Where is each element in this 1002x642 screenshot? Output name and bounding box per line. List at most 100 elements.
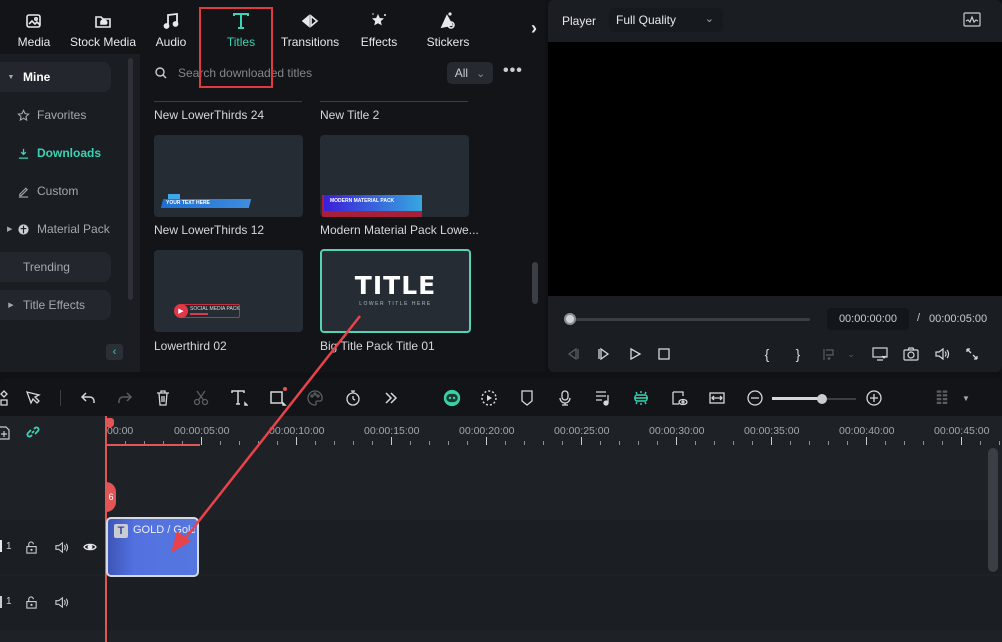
delete-button[interactable]	[153, 388, 173, 408]
zoom-out-button[interactable]	[745, 388, 765, 408]
display-settings-button[interactable]	[871, 345, 889, 363]
snap-button[interactable]	[631, 388, 651, 408]
insert-marker-button[interactable]	[820, 345, 838, 363]
speed-button[interactable]	[343, 388, 363, 408]
undo-button[interactable]	[78, 388, 98, 408]
tab-effects[interactable]: Effects	[357, 0, 401, 54]
search-input[interactable]: Search downloaded titles	[178, 66, 312, 80]
mark-in-button[interactable]: {	[758, 345, 776, 363]
video-preview[interactable]	[548, 42, 1002, 296]
more-options-button[interactable]: •••	[503, 62, 523, 84]
tab-stickers[interactable]: Stickers	[424, 0, 472, 54]
playhead-handle[interactable]	[105, 418, 114, 427]
ruler-tick	[467, 441, 468, 445]
tab-audio[interactable]: Audio	[150, 0, 192, 54]
dotted-play-icon	[481, 390, 497, 406]
play-icon: ▶	[174, 304, 188, 318]
layout-button[interactable]	[0, 388, 10, 408]
title-thumb-big-title-pack-01[interactable]: TITLE LOWER TITLE HERE	[320, 249, 471, 333]
title-card-label[interactable]: New LowerThirds 24	[154, 108, 264, 122]
chevron-down-icon[interactable]: ⌄	[842, 345, 860, 363]
preview-render-button[interactable]	[669, 388, 689, 408]
ruler-tick	[885, 441, 886, 445]
title-card-label[interactable]: New LowerThirds 12	[154, 223, 264, 237]
redo-button[interactable]	[115, 388, 135, 408]
quality-dropdown[interactable]: Full Quality ⌄	[609, 8, 723, 32]
track-layout-button[interactable]	[932, 386, 952, 410]
ruler-tick	[942, 441, 943, 445]
filter-dropdown[interactable]: All ⌄	[447, 62, 493, 84]
cut-button[interactable]	[191, 388, 211, 408]
tab-media[interactable]: Media	[13, 0, 55, 54]
collapse-sidebar-button[interactable]: ‹	[106, 344, 123, 360]
title-card-label[interactable]: New Title 2	[320, 108, 379, 122]
ruler-tick	[733, 441, 734, 445]
color-button[interactable]	[305, 388, 325, 408]
tab-titles[interactable]: Titles	[216, 0, 266, 54]
sidebar-item-title-effects[interactable]: ▶ Title Effects	[0, 290, 111, 320]
ai-copilot-button[interactable]	[441, 387, 463, 409]
tabs-next-icon[interactable]: ›	[531, 18, 537, 39]
content-scrollbar[interactable]	[532, 262, 538, 304]
ruler-tick	[486, 437, 487, 445]
more-tools-button[interactable]	[381, 388, 401, 408]
play-button[interactable]	[626, 345, 644, 363]
mute-track-button[interactable]	[53, 594, 69, 610]
select-tool-button[interactable]	[23, 388, 43, 408]
sidebar-item-trending[interactable]: Trending	[0, 252, 111, 282]
audio-mixer-button[interactable]	[593, 388, 613, 408]
link-button[interactable]	[25, 424, 41, 440]
lock-track-button[interactable]	[23, 539, 39, 555]
auto-reframe-button[interactable]	[479, 388, 499, 408]
ruler-label: 00:00:20:00	[459, 425, 515, 437]
stop-button[interactable]	[655, 345, 673, 363]
ruler-tick	[923, 441, 924, 445]
fullscreen-button[interactable]	[963, 345, 981, 363]
next-frame-button[interactable]	[595, 345, 613, 363]
prev-frame-button[interactable]	[564, 345, 582, 363]
thumb-divider	[154, 101, 302, 102]
toggle-visibility-button[interactable]	[82, 539, 98, 555]
title-card-label[interactable]: Modern Material Pack Lowe...	[320, 223, 479, 237]
sidebar-item-favorites[interactable]: Favorites	[0, 100, 111, 130]
add-track-button[interactable]	[0, 425, 12, 441]
title-t-icon	[233, 13, 249, 29]
caret-down-icon[interactable]: ▼	[956, 388, 976, 408]
tab-stock-media[interactable]: Stock Media	[68, 0, 138, 54]
title-card-label[interactable]: Big Title Pack Title 01	[320, 339, 435, 353]
thumb-divider	[320, 101, 468, 102]
undo-icon	[80, 392, 95, 403]
marker-button[interactable]	[517, 388, 537, 408]
volume-button[interactable]	[933, 345, 951, 363]
zoom-in-button[interactable]	[864, 388, 884, 408]
title-thumb-new-lowerthirds-12[interactable]: YOUR TEXT HERE	[154, 135, 303, 217]
sidebar-item-downloads[interactable]: Downloads	[0, 138, 111, 168]
title-clip[interactable]: T GOLD / Gold	[106, 517, 199, 577]
tab-transitions[interactable]: Transitions	[280, 0, 340, 54]
progress-track[interactable]	[570, 318, 810, 321]
waveform-monitor-icon[interactable]	[963, 12, 981, 27]
timeline-scrollbar[interactable]	[988, 448, 998, 572]
record-voiceover-button[interactable]	[555, 388, 575, 408]
ruler-label: 00:00:45:00	[934, 425, 990, 437]
sidebar-item-material-pack[interactable]: ▶ Material Pack	[0, 214, 111, 244]
mark-out-button[interactable]: }	[789, 345, 807, 363]
progress-handle[interactable]	[564, 313, 576, 325]
ruler-label: 00:00:40:00	[839, 425, 895, 437]
search-field[interactable]: Search downloaded titles	[150, 62, 440, 84]
mute-track-button[interactable]	[53, 539, 69, 555]
lock-track-button[interactable]	[23, 594, 39, 610]
title-thumb-modern-material-pack[interactable]: MODERN MATERIAL PACK	[320, 135, 469, 217]
work-area-range[interactable]	[106, 444, 200, 446]
sidebar-scrollbar[interactable]	[128, 58, 133, 300]
sidebar-item-mine[interactable]: ▼ Mine	[0, 62, 111, 92]
snapshot-button[interactable]	[902, 345, 920, 363]
crop-button[interactable]	[268, 388, 288, 408]
title-thumb-lowerthird-02[interactable]: ▶ SOCIAL MEDIA PACK	[154, 250, 303, 332]
text-tool-button[interactable]	[229, 388, 249, 408]
current-timecode[interactable]: 00:00:00:00	[827, 308, 909, 330]
fit-timeline-button[interactable]	[707, 388, 727, 408]
sidebar-item-custom[interactable]: Custom	[0, 176, 111, 206]
unlock-icon	[25, 540, 37, 554]
title-card-label[interactable]: Lowerthird 02	[154, 339, 227, 353]
